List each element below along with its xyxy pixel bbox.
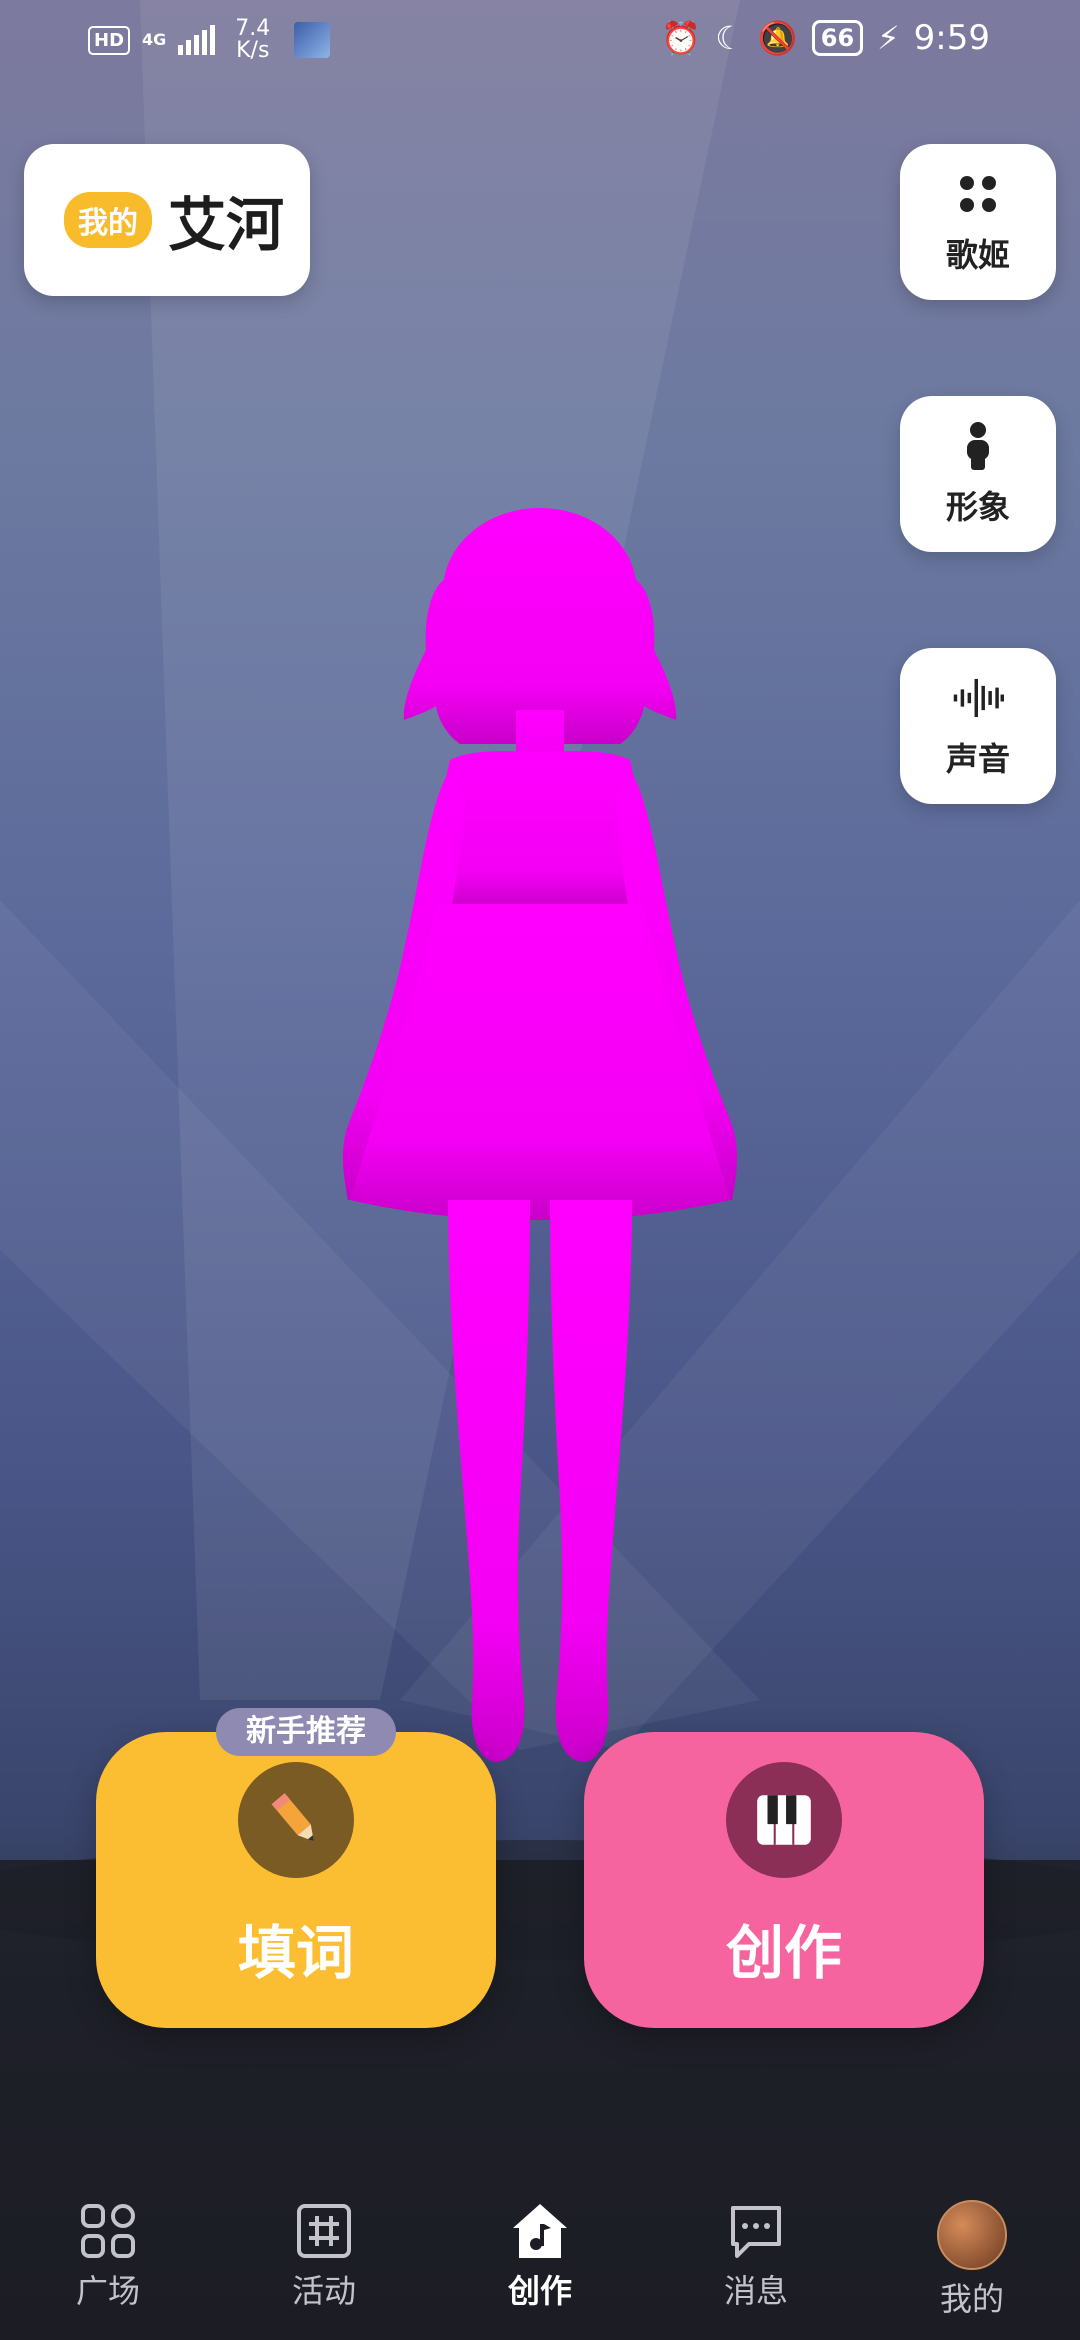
clock: 9:59 (913, 18, 990, 58)
status-bar: HD 4G 7.4 K/s ⏰ ☾ 🔕 66 ⚡ 9:59 (0, 0, 1080, 80)
status-right: ⏰ ☾ 🔕 66 ⚡ 9:59 (661, 18, 990, 58)
alarm-icon: ⏰ (661, 19, 702, 57)
avatar (937, 2200, 1007, 2270)
voice-button[interactable]: 声音 (900, 648, 1056, 804)
notification-app-icon (294, 22, 331, 58)
stage-background: HD 4G 7.4 K/s ⏰ ☾ 🔕 66 ⚡ 9:59 我的 艾河 歌姬 形… (0, 0, 1080, 2340)
singer-name: 艾河 (168, 191, 285, 259)
fill-lyrics-icon-circle (238, 1762, 354, 1878)
nav-messages[interactable]: 消息 (648, 2168, 864, 2312)
character-silhouette (342, 508, 738, 1762)
appearance-label: 形象 (945, 488, 1010, 526)
pencil-icon (271, 1793, 314, 1842)
nav-messages-label: 消息 (723, 2272, 788, 2310)
network-type: 4G (142, 30, 167, 49)
my-tag: 我的 (64, 192, 152, 248)
create-label: 创作 (725, 1919, 842, 1987)
nav-plaza-label: 广场 (75, 2272, 140, 2310)
hd-badge: HD (88, 25, 131, 55)
nav-activity[interactable]: 活动 (216, 2168, 432, 2312)
create-icon-circle (726, 1762, 842, 1878)
home-note-icon (513, 2204, 567, 2258)
speed-unit: K/s (236, 38, 270, 63)
piano-keys-icon (757, 1795, 811, 1845)
singer-button[interactable]: 歌姬 (900, 144, 1056, 300)
nav-activity-label: 活动 (291, 2272, 356, 2310)
speed-value: 7.4 (235, 16, 271, 41)
person-icon (967, 422, 989, 470)
waveform-icon (953, 678, 1004, 718)
signal-icon (178, 25, 216, 55)
hash-icon (297, 2204, 351, 2258)
fill-lyrics-label: 填词 (237, 1919, 354, 1987)
charging-icon: ⚡ (877, 19, 900, 57)
bell-off-icon: 🔕 (757, 19, 798, 57)
appearance-button[interactable]: 形象 (900, 396, 1056, 552)
nav-mine[interactable]: 我的 (864, 2168, 1080, 2320)
grid-icon (81, 2204, 135, 2258)
nav-mine-label: 我的 (939, 2280, 1004, 2318)
bottom-navigation: 广场 活动 创作 消息 我的 (0, 2168, 1080, 2340)
status-left: HD 4G 7.4 K/s (88, 18, 331, 62)
message-icon (731, 2206, 781, 2258)
nav-create[interactable]: 创作 (432, 2168, 648, 2312)
fill-lyrics-button[interactable]: 填词 (96, 1732, 496, 2028)
moon-icon: ☾ (715, 19, 744, 57)
singer-label: 歌姬 (945, 236, 1010, 274)
voice-label: 声音 (945, 740, 1010, 778)
battery-level: 66 (811, 20, 864, 56)
my-singer-card[interactable]: 我的 艾河 (24, 144, 310, 296)
create-button[interactable]: 创作 (584, 1732, 984, 2028)
nav-create-label: 创作 (507, 2272, 572, 2310)
network-speed: 7.4 K/s (235, 18, 270, 62)
newbie-recommend-badge: 新手推荐 (216, 1708, 396, 1756)
nav-plaza[interactable]: 广场 (0, 2168, 216, 2312)
dots-grid-icon (960, 176, 996, 212)
